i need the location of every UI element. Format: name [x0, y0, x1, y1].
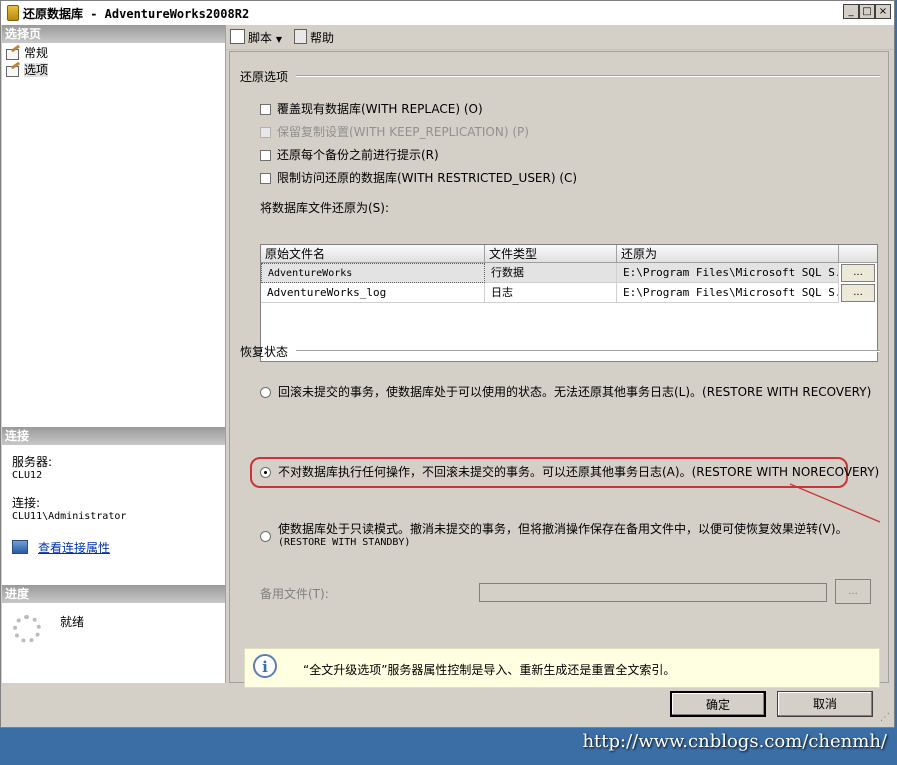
restore-with-norecovery-label: 不对数据库执行任何操作，不回滚未提交的事务。可以还原其他事务日志(A)。(RES…: [278, 465, 880, 479]
page-icon: [6, 61, 21, 77]
prompt-before-restore-checkbox[interactable]: 还原每个备份之前进行提示(R): [260, 148, 439, 162]
restore-files-grid: 原始文件名 文件类型 还原为 AdventureWorks 行数据 E:\Pro…: [260, 244, 878, 362]
recovery-state-group-label: 恢复状态: [240, 345, 289, 359]
progress-status: 就绪: [60, 615, 85, 629]
standby-file-label: 备用文件(T):: [260, 587, 329, 601]
browse-button[interactable]: ...: [841, 284, 875, 302]
standby-file-input[interactable]: [479, 583, 827, 602]
restore-options-group-label: 还原选项: [240, 70, 289, 84]
help-icon: [294, 29, 307, 44]
table-row-restore-as[interactable]: E:\Program Files\Microsoft SQL S...: [617, 283, 839, 303]
radio-circle[interactable]: [260, 387, 271, 398]
resize-grip-icon[interactable]: ⋰: [880, 712, 890, 723]
browse-button[interactable]: ...: [841, 264, 875, 282]
script-button[interactable]: 脚本 ▼: [230, 29, 282, 48]
window-title: 还原数据库 - AdventureWorks2008R2: [23, 7, 250, 21]
checkbox-box[interactable]: [260, 150, 271, 161]
info-icon: i: [253, 654, 277, 678]
connection-value: CLU11\Administrator: [12, 511, 127, 522]
column-header-blank: [839, 245, 877, 263]
progress-spinner-icon: [13, 615, 41, 643]
column-header-type[interactable]: 文件类型: [485, 245, 617, 263]
with-replace-checkbox[interactable]: 覆盖现有数据库(WITH REPLACE) (O): [260, 102, 483, 116]
script-label: 脚本: [248, 31, 273, 45]
connection-label: 连接:: [12, 496, 41, 510]
keep-replication-label: 保留复制设置(WITH KEEP_REPLICATION) (P): [277, 125, 529, 139]
checkbox-box[interactable]: [260, 104, 271, 115]
ok-button[interactable]: 确定: [670, 691, 766, 717]
restricted-user-checkbox[interactable]: 限制访问还原的数据库(WITH RESTRICTED_USER) (C): [260, 171, 577, 185]
close-button[interactable]: ×: [875, 4, 891, 19]
server-value: CLU12: [12, 470, 43, 481]
watermark: http://www.cnblogs.com/chenmh/: [582, 731, 887, 752]
connection-properties-icon: [12, 540, 28, 554]
restore-with-standby-label-2: (RESTORE WITH STANDBY): [278, 537, 411, 548]
checkbox-box[interactable]: [260, 173, 271, 184]
restore-with-recovery-label: 回滚未提交的事务，使数据库处于可以使用的状态。无法还原其他事务日志(L)。(RE…: [278, 385, 872, 399]
column-header-restore-as[interactable]: 还原为: [617, 245, 839, 263]
info-box: i “全文升级选项”服务器属性控制是导入、重新生成还是重置全文索引。: [244, 648, 880, 688]
progress-header: 进度: [2, 585, 225, 603]
page-item-label: 常规: [24, 46, 49, 60]
page-item-label: 选项: [24, 63, 49, 77]
checkbox-box[interactable]: [260, 127, 271, 138]
radio-circle[interactable]: [260, 467, 271, 478]
with-replace-label: 覆盖现有数据库(WITH REPLACE) (O): [277, 102, 483, 116]
view-connection-properties-link[interactable]: 查看连接属性: [12, 539, 110, 556]
minimize-button[interactable]: _: [843, 4, 859, 19]
page-item-options[interactable]: 选项: [6, 61, 49, 78]
chevron-down-icon: ▼: [275, 35, 282, 44]
keep-replication-checkbox[interactable]: 保留复制设置(WITH KEEP_REPLICATION) (P): [260, 125, 529, 139]
radio-circle[interactable]: [260, 531, 271, 542]
help-button[interactable]: 帮助: [294, 29, 334, 46]
prompt-before-restore-label: 还原每个备份之前进行提示(R): [277, 148, 439, 162]
restore-database-dialog: 还原数据库 - AdventureWorks2008R2 _ □ × 选择页 常…: [0, 0, 895, 728]
connection-header: 连接: [2, 427, 225, 445]
table-row-original[interactable]: AdventureWorks: [261, 263, 485, 283]
main-panel: 脚本 ▼ 帮助 还原选项 覆盖现有数据库(WITH REPLACE) (O) 保…: [226, 25, 894, 688]
script-icon: [230, 29, 245, 44]
cancel-button[interactable]: 取消: [777, 691, 873, 717]
toolbar: 脚本 ▼ 帮助: [226, 25, 894, 50]
table-row-type[interactable]: 行数据: [485, 263, 617, 283]
info-text: “全文升级选项”服务器属性控制是导入、重新生成还是重置全文索引。: [303, 663, 676, 677]
restricted-user-label: 限制访问还原的数据库(WITH RESTRICTED_USER) (C): [277, 171, 578, 185]
view-connection-link-label: 查看连接属性: [38, 541, 111, 555]
options-content: 还原选项 覆盖现有数据库(WITH REPLACE) (O) 保留复制设置(WI…: [229, 51, 889, 688]
group-divider: [296, 75, 880, 77]
select-page-header: 选择页: [2, 25, 225, 43]
server-label: 服务器:: [12, 455, 53, 469]
group-divider: [296, 350, 880, 352]
page-item-general[interactable]: 常规: [6, 44, 49, 61]
table-row-original[interactable]: AdventureWorks_log: [261, 283, 485, 303]
restore-as-label: 将数据库文件还原为(S):: [260, 201, 390, 215]
page-icon: [6, 44, 21, 60]
standby-browse-button[interactable]: ...: [835, 579, 871, 604]
title-bar[interactable]: 还原数据库 - AdventureWorks2008R2 _ □ ×: [1, 1, 894, 26]
column-header-original[interactable]: 原始文件名: [261, 245, 485, 263]
left-panel: 选择页 常规 选项 连接 服务器: CLU12 连接: CLU11\Admini…: [2, 25, 226, 683]
table-row-type[interactable]: 日志: [485, 283, 617, 303]
help-label: 帮助: [310, 31, 335, 45]
maximize-button[interactable]: □: [859, 4, 875, 19]
database-icon: [7, 5, 19, 21]
table-row-restore-as[interactable]: E:\Program Files\Microsoft SQL S...: [617, 263, 839, 283]
